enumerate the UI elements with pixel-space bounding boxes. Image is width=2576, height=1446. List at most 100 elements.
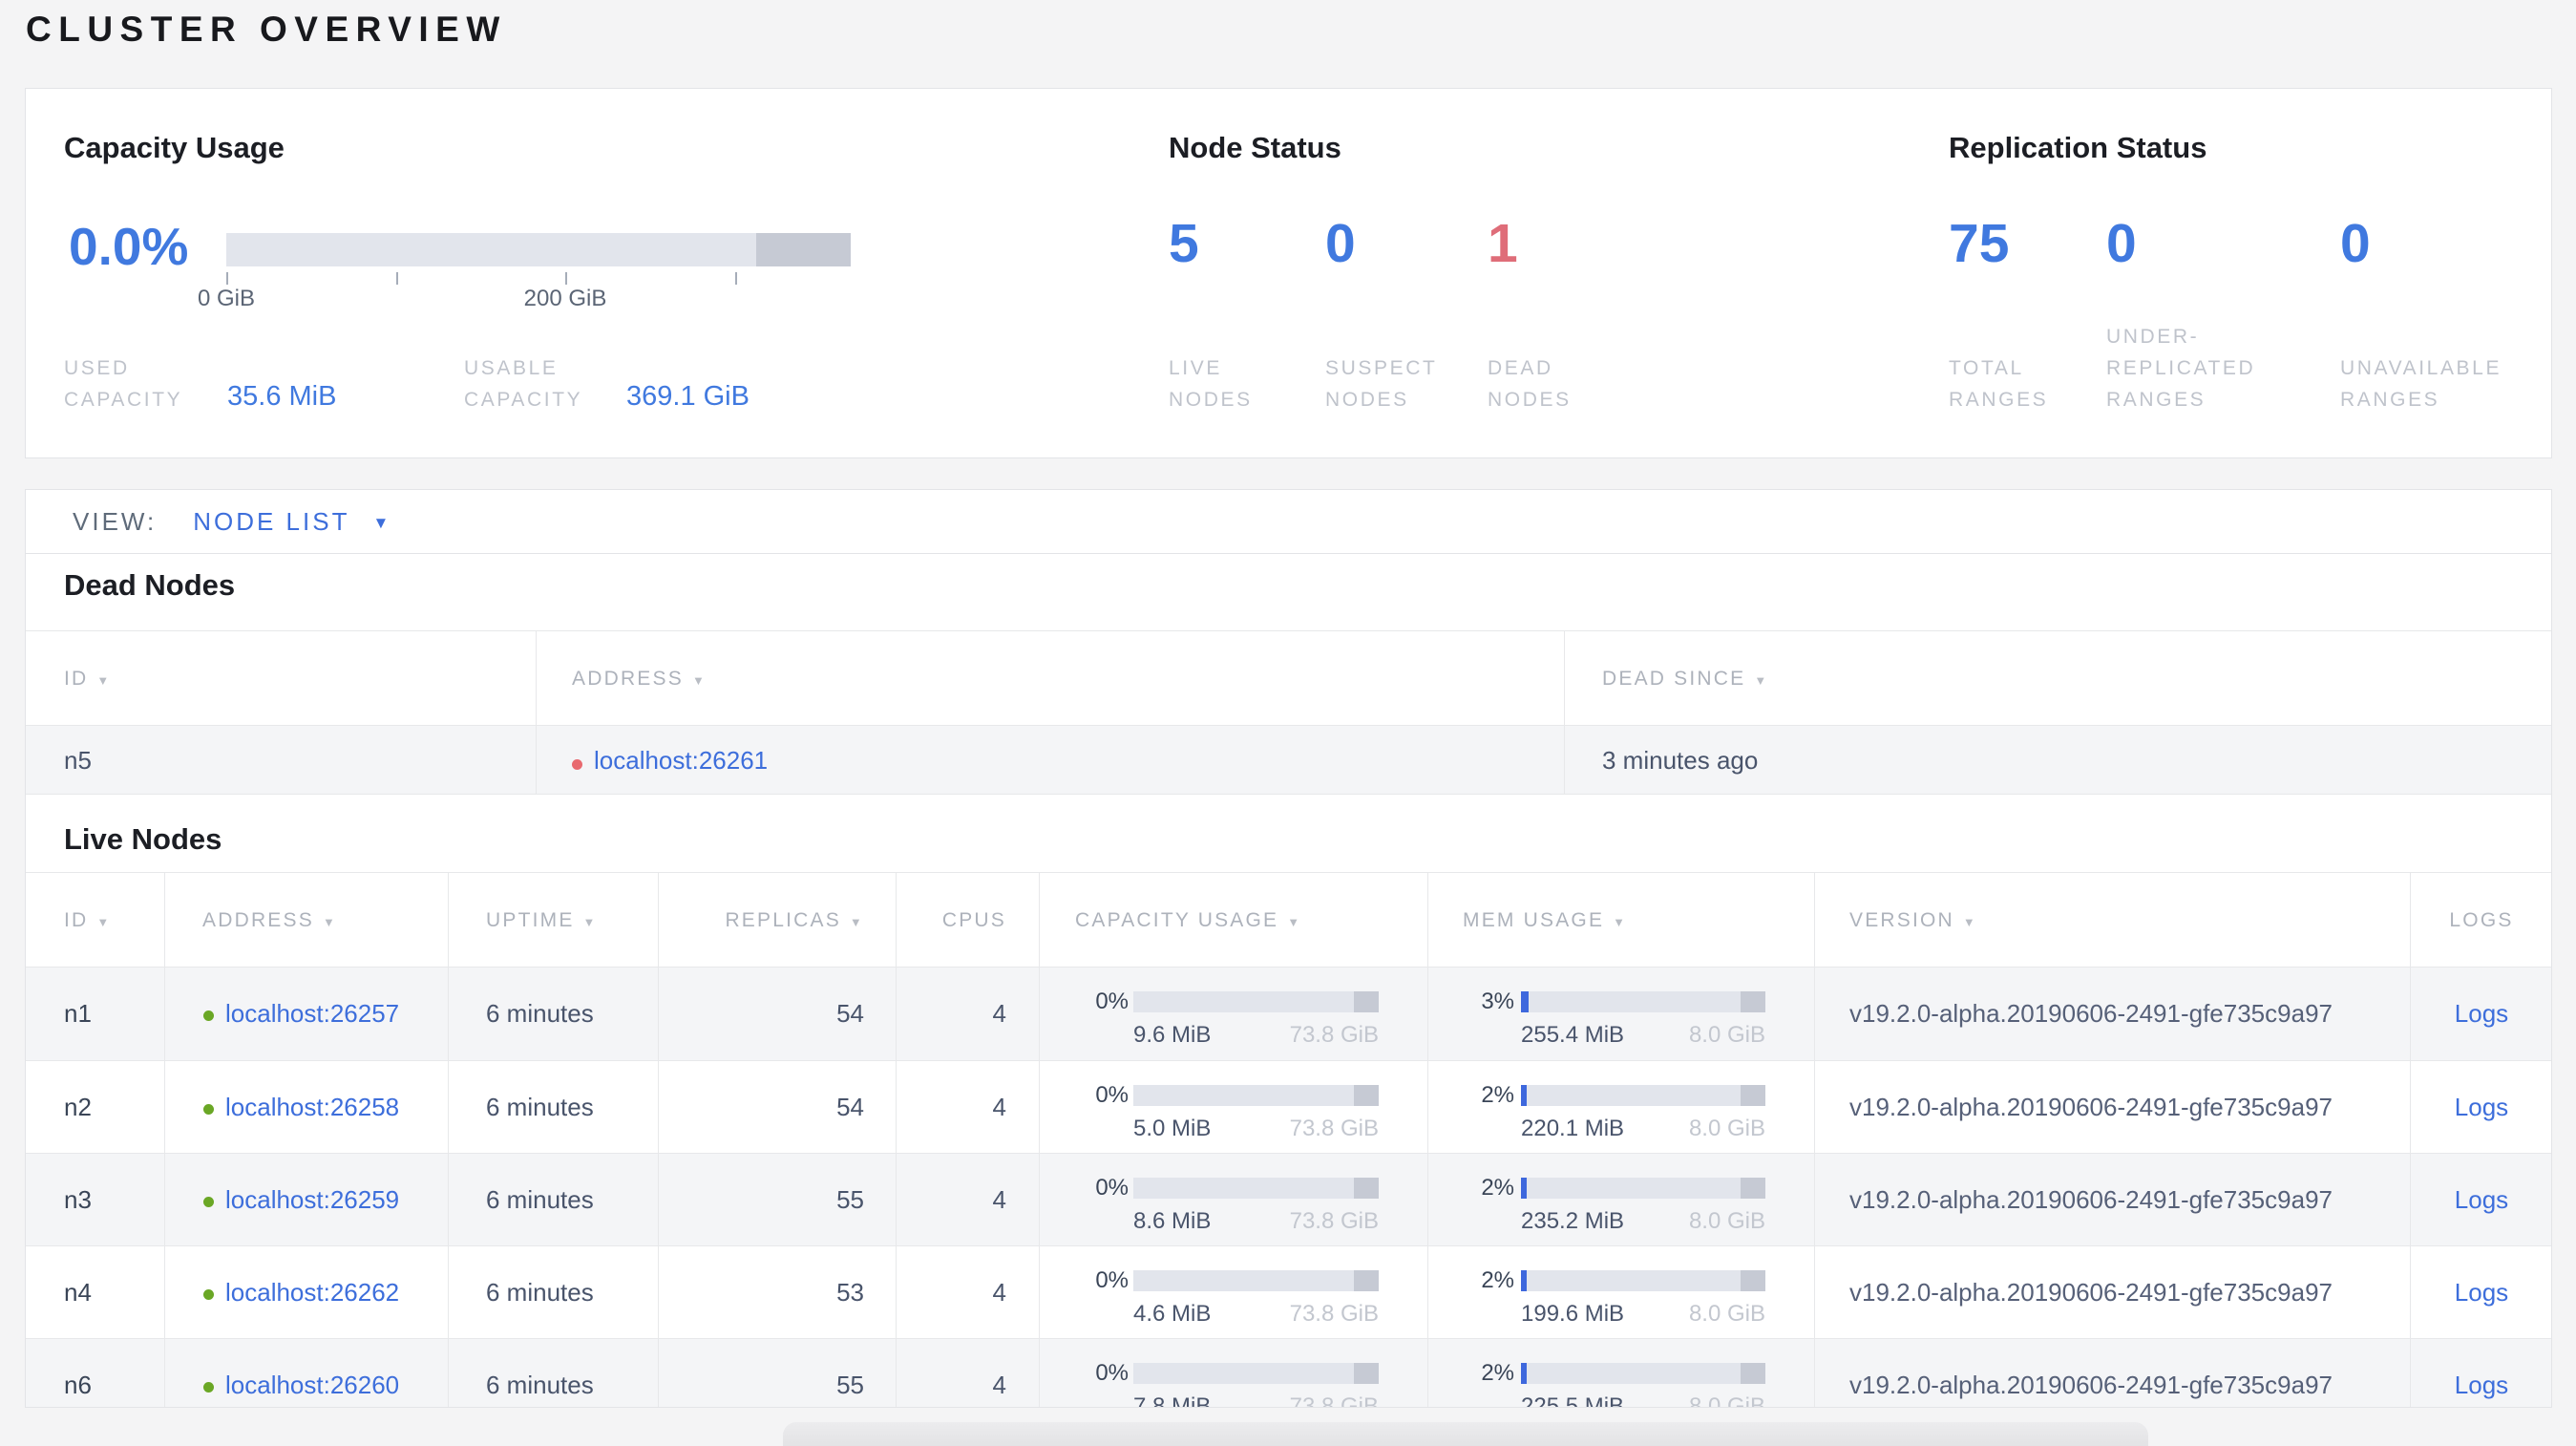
logs-link[interactable]: Logs xyxy=(2455,1185,2508,1214)
capacity-values: 5.0 MiB 73.8 GiB xyxy=(1133,1116,1379,1142)
table-row: n1 localhost:26257 6 minutes 54 4 0% 9.6… xyxy=(26,968,2551,1060)
capacity-bar-reserved-segment xyxy=(756,233,851,266)
mem-values: 225.5 MiB 8.0 GiB xyxy=(1521,1393,1765,1408)
node-status-heading: Node Status xyxy=(1169,131,1341,164)
capacity-bar-reserved-segment xyxy=(1354,1178,1379,1199)
mem-used-value: 255.4 MiB xyxy=(1521,1022,1625,1048)
live-col-uptime[interactable]: UPTIME ▼ xyxy=(448,873,658,968)
node-live-status-icon xyxy=(203,1288,214,1300)
dead-col-dead-since[interactable]: DEAD SINCE ▼ xyxy=(1564,631,2551,727)
capacity-percent: 0.0% xyxy=(69,217,189,276)
capacity-usage-bar xyxy=(1133,1178,1379,1199)
capacity-total-value: 73.8 GiB xyxy=(1289,1116,1379,1141)
capacity-used-value: 8.6 MiB xyxy=(1133,1208,1212,1234)
summary-panel: Capacity Usage 0.0% 0 GiB 200 GiB USED CA… xyxy=(25,88,2552,458)
column-divider xyxy=(1564,630,1565,795)
capacity-used-value: 7.8 MiB xyxy=(1133,1393,1212,1408)
live-col-address[interactable]: ADDRESS ▼ xyxy=(164,873,448,968)
mem-bar-fill xyxy=(1521,991,1529,1012)
replicas-value: 54 xyxy=(836,999,864,1028)
node-address-cell: localhost:26259 xyxy=(203,1154,399,1246)
column-divider xyxy=(2410,872,2411,1407)
node-address-cell: localhost:26257 xyxy=(203,968,399,1060)
logs-link[interactable]: Logs xyxy=(2455,1278,2508,1307)
logs-link[interactable]: Logs xyxy=(2455,1093,2508,1121)
capacity-values: 9.6 MiB 73.8 GiB xyxy=(1133,1022,1379,1049)
horizontal-scrollbar-thumb[interactable] xyxy=(783,1422,2148,1446)
replicas-value: 55 xyxy=(836,1185,864,1214)
capacity-values: 7.8 MiB 73.8 GiB xyxy=(1133,1393,1379,1408)
table-row: n6 localhost:26260 6 minutes 55 4 0% 7.8… xyxy=(26,1338,2551,1408)
live-col-capacity-usage[interactable]: CAPACITY USAGE ▼ xyxy=(1039,873,1427,968)
live-nodes-heading: Live Nodes xyxy=(64,822,222,856)
mem-bar-fill xyxy=(1521,1270,1527,1291)
mem-bar-fill xyxy=(1521,1085,1527,1106)
column-divider xyxy=(896,872,897,1407)
mem-bar-reserved-segment xyxy=(1741,1270,1765,1291)
mem-percent-value: 2% xyxy=(1481,1082,1514,1108)
mem-values: 235.2 MiB 8.0 GiB xyxy=(1521,1208,1765,1235)
node-id: n5 xyxy=(64,746,92,775)
sort-caret-icon: ▼ xyxy=(96,673,112,688)
used-capacity-label: USED CAPACITY xyxy=(64,357,183,411)
live-col-replicas[interactable]: REPLICAS ▼ xyxy=(658,873,864,968)
capacity-bar-reserved-segment xyxy=(1354,1270,1379,1291)
node-address-cell: localhost:26262 xyxy=(203,1246,399,1339)
capacity-bar-reserved-segment xyxy=(1354,1085,1379,1106)
capacity-values: 8.6 MiB 73.8 GiB xyxy=(1133,1208,1379,1235)
live-nodes-table-body: n1 localhost:26257 6 minutes 54 4 0% 9.6… xyxy=(26,968,2551,1408)
mem-usage-bar xyxy=(1521,1363,1765,1384)
replicas-value: 55 xyxy=(836,1371,864,1399)
sort-caret-icon: ▼ xyxy=(582,915,598,929)
sort-caret-icon: ▼ xyxy=(322,915,338,929)
view-label: VIEW: xyxy=(73,506,158,536)
mem-total-value: 8.0 GiB xyxy=(1688,1208,1765,1234)
mem-used-value: 199.6 MiB xyxy=(1521,1301,1625,1327)
mem-total-value: 8.0 GiB xyxy=(1688,1393,1765,1408)
live-col-id[interactable]: ID ▼ xyxy=(26,873,164,968)
node-address-link[interactable]: localhost:26258 xyxy=(225,1093,399,1121)
version-value: v19.2.0-alpha.20190606-2491-gfe735c9a97 xyxy=(1849,1278,2333,1307)
node-address-link[interactable]: localhost:26262 xyxy=(225,1278,399,1307)
cpus-value: 4 xyxy=(992,1371,1006,1399)
replicas-value: 54 xyxy=(836,1093,864,1121)
replicas-value: 53 xyxy=(836,1278,864,1307)
logs-link[interactable]: Logs xyxy=(2455,999,2508,1028)
live-col-mem-usage[interactable]: MEM USAGE ▼ xyxy=(1427,873,1814,968)
mem-bar-fill xyxy=(1521,1178,1527,1199)
dead-node-address-cell: localhost:26261 xyxy=(572,726,768,799)
view-dropdown[interactable]: NODE LIST xyxy=(193,507,349,537)
version-value: v19.2.0-alpha.20190606-2491-gfe735c9a97 xyxy=(1849,1371,2333,1399)
table-row: n4 localhost:26262 6 minutes 53 4 0% 4.6… xyxy=(26,1245,2551,1338)
node-id: n1 xyxy=(64,999,92,1028)
column-divider xyxy=(1427,872,1428,1407)
live-nodes-header-row: ID ▼ ADDRESS ▼ UPTIME ▼ REPLICAS ▼ CPUS CAPA… xyxy=(26,872,2551,968)
used-capacity-value: 35.6 MiB xyxy=(227,381,337,412)
live-nodes-count: 5 xyxy=(1169,213,1199,274)
total-ranges-count: 75 xyxy=(1949,213,2010,274)
node-address-cell: localhost:26258 xyxy=(203,1061,399,1154)
axis-tick xyxy=(565,272,567,285)
node-address-link[interactable]: localhost:26257 xyxy=(225,999,399,1028)
dead-col-id[interactable]: ID ▼ xyxy=(26,631,536,727)
logs-link[interactable]: Logs xyxy=(2455,1371,2508,1399)
node-address-link[interactable]: localhost:26259 xyxy=(225,1185,399,1214)
node-address-link[interactable]: localhost:26261 xyxy=(594,746,768,775)
live-nodes-label: LIVE NODES xyxy=(1169,357,1253,411)
mem-total-value: 8.0 GiB xyxy=(1688,1301,1765,1327)
node-id: n4 xyxy=(64,1278,92,1307)
uptime-value: 6 minutes xyxy=(486,1371,594,1399)
live-col-version[interactable]: VERSION ▼ xyxy=(1814,873,2410,968)
usable-capacity-value: 369.1 GiB xyxy=(626,381,750,412)
under-replicated-count: 0 xyxy=(2106,213,2137,274)
node-live-status-icon xyxy=(203,1103,214,1115)
chevron-down-icon[interactable]: ▼ xyxy=(372,510,389,533)
axis-tick xyxy=(396,272,398,285)
node-dead-status-icon xyxy=(572,759,582,771)
capacity-used-value: 5.0 MiB xyxy=(1133,1116,1212,1141)
logs-cell: Logs xyxy=(2410,968,2551,1060)
under-replicated-label: UNDER- REPLICATED RANGES xyxy=(2106,326,2256,411)
dead-col-address[interactable]: ADDRESS ▼ xyxy=(536,631,1564,727)
live-col-logs: LOGS xyxy=(2449,909,2514,931)
node-address-link[interactable]: localhost:26260 xyxy=(225,1371,399,1399)
